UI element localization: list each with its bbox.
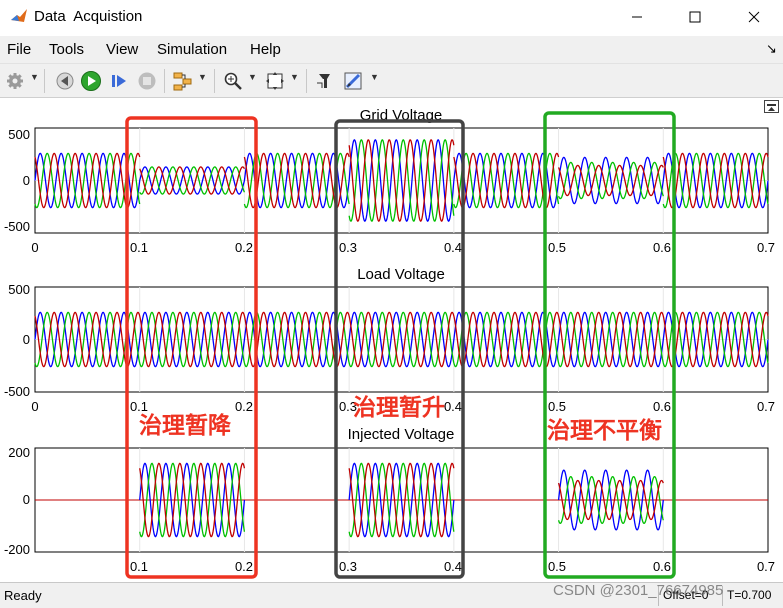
x-tick: 0.4	[443, 240, 463, 255]
minimize-icon	[632, 16, 642, 18]
x-tick: 0	[31, 399, 39, 414]
status-time: T=0.700	[727, 588, 772, 602]
hierarchy-dropdown-icon[interactable]: ▼	[198, 72, 207, 82]
highlight-block-icon[interactable]	[314, 70, 336, 92]
dock-arrow-icon[interactable]: ↘	[766, 41, 777, 57]
close-icon	[748, 11, 760, 23]
x-tick: 0.5	[547, 399, 567, 414]
x-tick: 0.6	[652, 559, 672, 574]
step-back-icon[interactable]	[54, 70, 76, 92]
maximize-button[interactable]	[672, 0, 718, 34]
x-tick: 0.2	[234, 559, 254, 574]
y-tick: 0	[22, 332, 30, 347]
style-icon[interactable]	[342, 70, 364, 92]
zoom-dropdown-icon[interactable]: ▼	[248, 72, 257, 82]
plot-title-load: Load Voltage	[301, 266, 501, 284]
toolbar-separator	[44, 69, 45, 93]
status-ready: Ready	[4, 588, 42, 603]
autoscale-icon[interactable]	[264, 70, 286, 92]
x-tick: 0.7	[756, 399, 776, 414]
x-tick: 0.1	[129, 240, 149, 255]
y-tick: -500	[3, 219, 30, 234]
x-tick: 0.6	[652, 240, 672, 255]
minimize-button[interactable]	[614, 0, 660, 34]
menu-file[interactable]: File	[7, 41, 31, 58]
x-tick: 0.7	[756, 240, 776, 255]
menu-bar: File Tools View Simulation Help ↘	[0, 36, 783, 64]
y-tick: 200	[8, 445, 30, 460]
window-title: Data Acquistion	[34, 8, 143, 25]
x-tick: 0.4	[443, 559, 463, 574]
annotation-unbalance: 治理不平衡	[547, 417, 662, 443]
x-tick: 0.3	[338, 559, 358, 574]
x-tick: 0.7	[756, 559, 776, 574]
step-forward-icon[interactable]	[108, 70, 130, 92]
plot-title-injected: Injected Voltage	[301, 426, 501, 444]
style-dropdown-icon[interactable]: ▼	[370, 72, 379, 82]
x-tick: 0.2	[234, 399, 254, 414]
annotation-swell: 治理暂升	[353, 394, 445, 420]
run-icon[interactable]	[80, 70, 102, 92]
x-tick: 0.6	[652, 399, 672, 414]
scope-area	[0, 98, 783, 582]
autoscale-dropdown-icon[interactable]: ▼	[290, 72, 299, 82]
maximize-icon	[689, 11, 701, 23]
close-button[interactable]	[731, 0, 777, 34]
x-tick: 0	[31, 240, 39, 255]
plot-title-grid: Grid Voltage	[301, 107, 501, 125]
annotation-sag: 治理暂降	[139, 412, 231, 438]
x-tick: 0.5	[547, 559, 567, 574]
x-tick: 0.1	[129, 559, 149, 574]
zoom-icon[interactable]	[222, 70, 244, 92]
toolbar-separator	[214, 69, 215, 93]
title-bar: Data Acquistion	[0, 0, 783, 36]
gear-dropdown-icon[interactable]: ▼	[30, 72, 39, 82]
matlab-icon	[11, 9, 27, 22]
y-tick: 0	[22, 492, 30, 507]
toolbar-separator	[306, 69, 307, 93]
undock-icon	[767, 104, 776, 111]
signal-hierarchy-icon[interactable]	[172, 70, 194, 92]
y-tick: 500	[8, 127, 30, 142]
x-tick: 0.5	[547, 240, 567, 255]
toolbar: ▼ ▼ ▼ ▼ ▼	[0, 64, 783, 98]
toolbar-separator	[164, 69, 165, 93]
y-tick: 0	[22, 173, 30, 188]
y-tick: 500	[8, 282, 30, 297]
stop-icon[interactable]	[136, 70, 158, 92]
gear-icon[interactable]	[4, 70, 26, 92]
menu-view[interactable]: View	[106, 41, 138, 58]
y-tick: -200	[3, 542, 30, 557]
watermark: CSDN @2301_76674985	[553, 582, 724, 599]
x-tick: 0.2	[234, 240, 254, 255]
undock-button[interactable]	[764, 100, 779, 113]
y-tick: -500	[3, 384, 30, 399]
x-tick: 0.3	[338, 240, 358, 255]
menu-simulation[interactable]: Simulation	[157, 41, 227, 58]
menu-help[interactable]: Help	[250, 41, 281, 58]
menu-tools[interactable]: Tools	[49, 41, 84, 58]
